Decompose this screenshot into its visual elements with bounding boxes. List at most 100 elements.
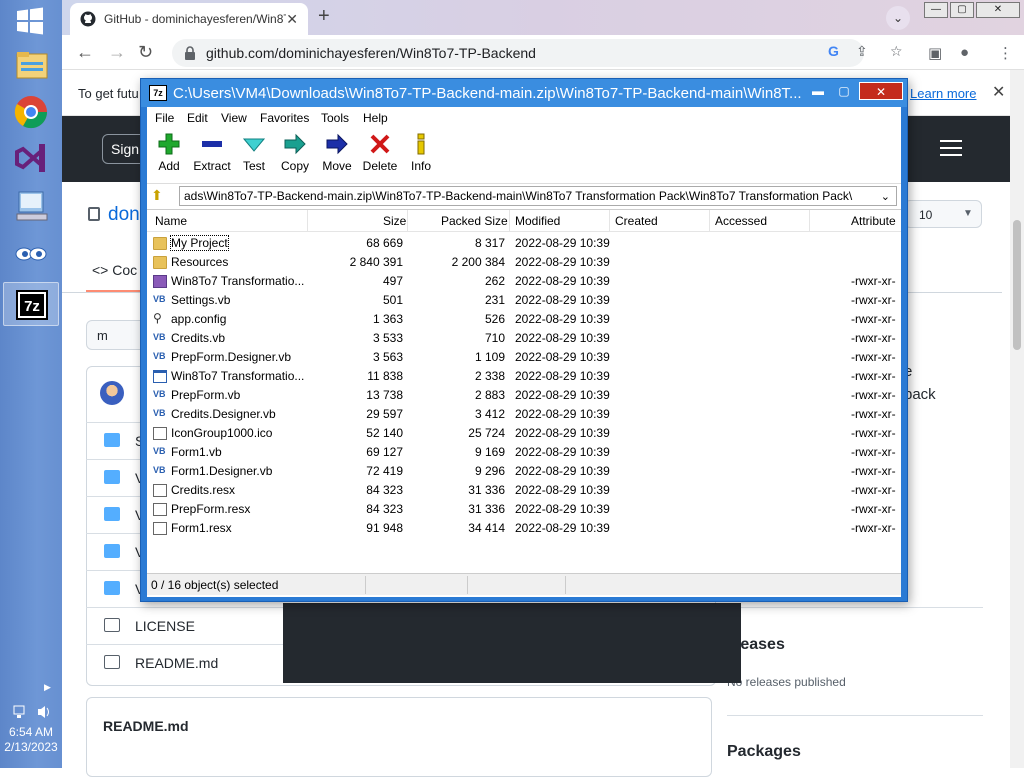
tray-icons[interactable] bbox=[12, 703, 52, 721]
file-size: 91 948 bbox=[366, 521, 403, 535]
list-item[interactable]: Resources 2 840 391 2 200 384 2022-08-29 10… bbox=[147, 253, 901, 272]
repo-icon bbox=[88, 207, 100, 221]
list-item[interactable]: VB Form1.Designer.vb 72 419 9 296 2022-08-29… bbox=[147, 462, 901, 481]
menu-edit[interactable]: Edit bbox=[187, 111, 208, 125]
list-item[interactable]: Win8To7 Transformatio... 497 262 2022-08-29… bbox=[147, 272, 901, 291]
path-combobox[interactable]: ads\Win8To7-TP-Backend-main.zip\Win8To7-… bbox=[179, 186, 897, 206]
col-created[interactable]: Created bbox=[615, 214, 658, 228]
maximize-button[interactable]: ▢ bbox=[950, 2, 974, 18]
add-button[interactable]: Add bbox=[153, 133, 185, 173]
browser-tab[interactable]: GitHub - dominichayesferen/Win8To7-TP-Ba… bbox=[70, 3, 308, 35]
list-item[interactable]: VB Settings.vb 501 231 2022-08-29 10:39 -rwxr… bbox=[147, 291, 901, 310]
google-lens-icon[interactable]: G bbox=[828, 43, 839, 59]
file-modified: 2022-08-29 10:39 bbox=[515, 274, 610, 288]
star-count-button[interactable]: 10 ▼ bbox=[904, 200, 982, 228]
up-folder-icon[interactable]: ⬆ bbox=[151, 187, 169, 205]
move-button[interactable]: Move bbox=[319, 133, 355, 173]
file-size: 3 533 bbox=[372, 331, 403, 345]
chevron-down-icon[interactable]: ⌄ bbox=[881, 190, 890, 203]
menu-file[interactable]: File bbox=[155, 111, 174, 125]
system-clock[interactable]: 6:54 AM 2/13/2023 bbox=[0, 725, 62, 755]
col-size[interactable]: Size bbox=[383, 214, 406, 228]
menu-view[interactable]: View bbox=[221, 111, 247, 125]
close-button[interactable]: ✕ bbox=[859, 82, 903, 100]
bookmark-star-icon[interactable]: ☆ bbox=[890, 43, 903, 60]
menu-tools[interactable]: Tools bbox=[321, 111, 349, 125]
page-scrollbar[interactable] bbox=[1010, 70, 1024, 768]
close-button[interactable]: ✕ bbox=[976, 2, 1020, 18]
list-item[interactable]: PrepForm.resx 84 323 31 336 2022-08-29 10:3… bbox=[147, 500, 901, 519]
minimize-button[interactable]: — bbox=[924, 2, 948, 18]
file-name: Form1.resx bbox=[171, 521, 232, 535]
list-item[interactable]: VB Credits.vb 3 533 710 2022-08-29 10:39 -rwx… bbox=[147, 329, 901, 348]
info-button[interactable]: Info bbox=[407, 133, 435, 173]
col-name[interactable]: Name bbox=[155, 214, 187, 228]
lock-icon bbox=[185, 46, 195, 60]
menu-icon[interactable]: ⋮ bbox=[998, 44, 1013, 62]
tab-search-icon[interactable]: ⌄ bbox=[886, 6, 910, 30]
packages-heading[interactable]: Packages bbox=[727, 743, 801, 761]
col-separator[interactable] bbox=[407, 210, 408, 232]
reload-icon[interactable]: ↻ bbox=[138, 42, 153, 63]
col-separator[interactable] bbox=[609, 210, 610, 232]
delete-button[interactable]: Delete bbox=[361, 133, 399, 173]
computer-icon[interactable] bbox=[3, 184, 59, 228]
minimize-button[interactable]: ▬ bbox=[805, 82, 831, 100]
chevron-down-icon[interactable]: ▼ bbox=[963, 208, 973, 219]
title-bar[interactable]: 7z C:\Users\VM4\Downloads\Win8To7-TP-Bac… bbox=[141, 79, 907, 107]
file-size: 11 838 bbox=[367, 369, 403, 383]
list-item[interactable]: IconGroup1000.ico 52 140 25 724 2022-08-29 … bbox=[147, 424, 901, 443]
file-link[interactable]: README.md bbox=[135, 655, 218, 671]
file-icon bbox=[153, 503, 167, 516]
list-item[interactable]: VB PrepForm.vb 13 738 2 883 2022-08-29 10:39… bbox=[147, 386, 901, 405]
col-separator[interactable] bbox=[709, 210, 710, 232]
share-icon[interactable]: ⇪ bbox=[856, 43, 868, 60]
col-separator[interactable] bbox=[809, 210, 810, 232]
col-separator[interactable] bbox=[509, 210, 510, 232]
branch-selector[interactable]: m bbox=[86, 320, 146, 350]
start-button[interactable] bbox=[15, 6, 45, 36]
tray-expand-icon[interactable]: ▶ bbox=[44, 682, 51, 693]
copy-button[interactable]: Copy bbox=[279, 133, 311, 173]
list-item[interactable]: VB Form1.vb 69 127 9 169 2022-08-29 10:39 -rw… bbox=[147, 443, 901, 462]
list-item[interactable]: My Project 68 669 8 317 2022-08-29 10:39 bbox=[147, 234, 901, 253]
hamburger-menu-icon[interactable] bbox=[940, 140, 962, 156]
profile-icon[interactable]: ● bbox=[960, 44, 969, 61]
extract-button[interactable]: Extract bbox=[193, 133, 231, 173]
scroll-thumb[interactable] bbox=[1013, 220, 1021, 350]
tab-code[interactable]: <> Coc bbox=[92, 262, 137, 278]
list-item[interactable]: Win8To7 Transformatio... 11 838 2 338 2022-… bbox=[147, 367, 901, 386]
side-panel-icon[interactable]: ▣ bbox=[928, 44, 942, 62]
vb-file-icon: VB bbox=[153, 332, 166, 342]
eyes-icon[interactable] bbox=[3, 232, 59, 276]
list-item[interactable]: Form1.resx 91 948 34 414 2022-08-29 10:39 -r… bbox=[147, 519, 901, 538]
tab-close-icon[interactable]: ✕ bbox=[286, 11, 298, 28]
dismiss-icon[interactable]: ✕ bbox=[992, 82, 1005, 102]
file-listview[interactable]: Name Size Packed Size Modified Created A… bbox=[147, 209, 901, 571]
avatar[interactable] bbox=[100, 381, 124, 405]
learn-more-link[interactable]: Learn more bbox=[910, 86, 976, 101]
col-attributes[interactable]: Attribute bbox=[851, 214, 896, 228]
chrome-icon[interactable] bbox=[3, 90, 59, 134]
list-item[interactable]: Credits.resx 84 323 31 336 2022-08-29 10:39… bbox=[147, 481, 901, 500]
7zip-icon[interactable]: 7z bbox=[3, 282, 59, 326]
menu-help[interactable]: Help bbox=[363, 111, 388, 125]
forward-icon[interactable]: → bbox=[108, 42, 126, 63]
file-explorer-icon[interactable] bbox=[3, 44, 59, 88]
list-item[interactable]: VB PrepForm.Designer.vb 3 563 1 109 2022-08-… bbox=[147, 348, 901, 367]
list-item[interactable]: ⚲ app.config 1 363 526 2022-08-29 10:39 -rwxr… bbox=[147, 310, 901, 329]
new-tab-icon[interactable]: + bbox=[318, 5, 330, 28]
col-packed-size[interactable]: Packed Size bbox=[441, 214, 508, 228]
list-item[interactable]: VB Credits.Designer.vb 29 597 3 412 2022-08-… bbox=[147, 405, 901, 424]
col-accessed[interactable]: Accessed bbox=[715, 214, 767, 228]
repo-title[interactable]: don bbox=[88, 204, 140, 226]
back-icon[interactable]: ← bbox=[76, 42, 94, 63]
test-button[interactable]: Test bbox=[239, 133, 269, 173]
col-separator[interactable] bbox=[307, 210, 308, 232]
maximize-button[interactable]: ▢ bbox=[831, 82, 857, 100]
file-link[interactable]: LICENSE bbox=[135, 618, 195, 634]
col-modified[interactable]: Modified bbox=[515, 214, 560, 228]
menu-favorites[interactable]: Favorites bbox=[260, 111, 309, 125]
visual-studio-icon[interactable] bbox=[3, 136, 59, 180]
address-bar[interactable]: github.com/dominichayesferen/Win8To7-TP-… bbox=[172, 39, 864, 67]
